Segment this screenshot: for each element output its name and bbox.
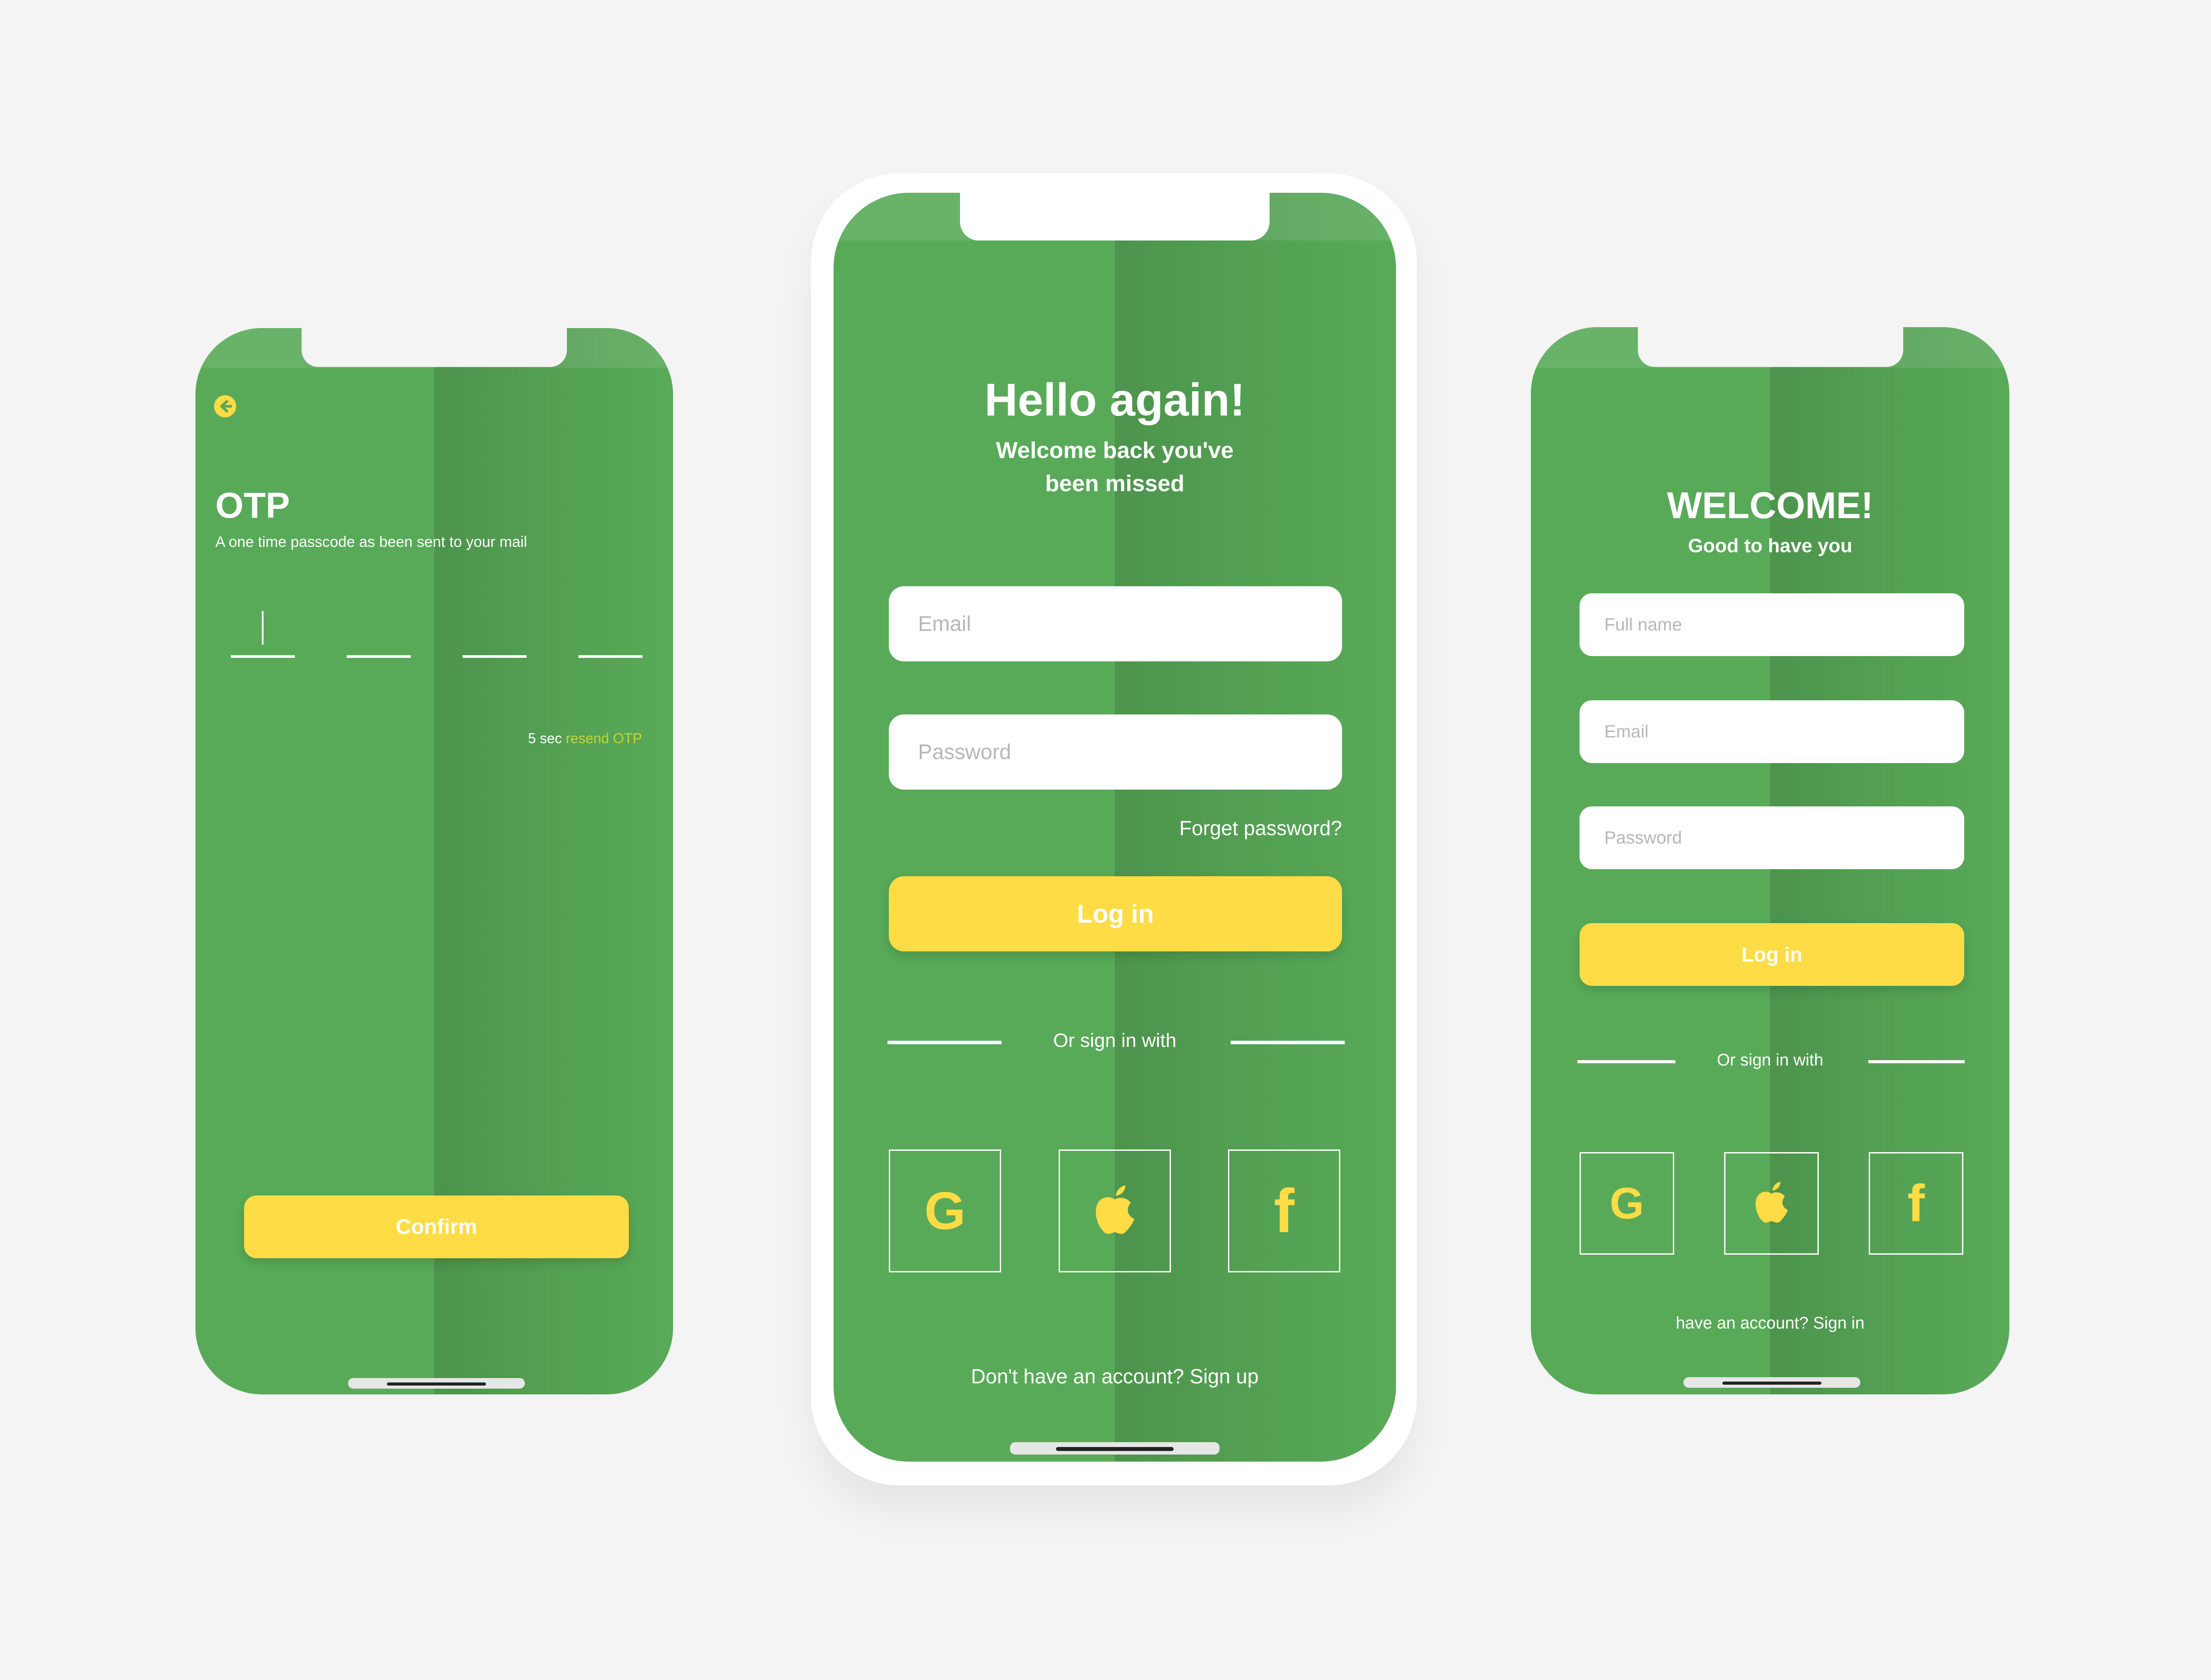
otp-timer-row: 5 sec resend OTP	[528, 730, 642, 747]
login-subtitle-line2: been missed	[1045, 471, 1185, 496]
apple-icon	[1093, 1184, 1137, 1238]
otp-title: OTP	[215, 485, 290, 526]
login-subtitle-line1: Welcome back you've	[996, 438, 1234, 463]
otp-timer: 5 sec	[528, 730, 562, 746]
google-button[interactable]: G	[889, 1149, 1001, 1272]
divider-right	[1868, 1060, 1965, 1063]
home-indicator	[1683, 1377, 1860, 1388]
google-button[interactable]: G	[1580, 1152, 1674, 1255]
facebook-icon: f	[1274, 1176, 1295, 1245]
password-input[interactable]	[889, 714, 1342, 790]
phone-notch	[960, 193, 1270, 241]
otp-cursor	[262, 611, 264, 645]
divider-right	[1231, 1041, 1345, 1044]
signin-prompt[interactable]: have an account? Sign in	[1531, 1314, 2009, 1333]
forgot-password-link[interactable]: Forget password?	[1179, 816, 1342, 840]
apple-button[interactable]	[1724, 1152, 1819, 1255]
apple-icon	[1753, 1181, 1790, 1226]
login-phone: Hello again! Welcome back you've been mi…	[834, 193, 1396, 1462]
login-button[interactable]: Log in	[889, 876, 1342, 951]
facebook-icon: f	[1907, 1174, 1925, 1233]
confirm-button[interactable]: Confirm	[244, 1195, 629, 1258]
signup-phone: WELCOME! Good to have you Log in Or sign…	[1531, 327, 2009, 1394]
otp-digit-4[interactable]	[578, 655, 643, 658]
google-icon: G	[924, 1181, 966, 1241]
phone-notch	[1638, 327, 1903, 367]
home-indicator	[348, 1378, 525, 1389]
signup-prompt[interactable]: Don't have an account? Sign up	[834, 1364, 1396, 1388]
password-input[interactable]	[1580, 806, 1964, 869]
otp-digit-1[interactable]	[231, 655, 295, 658]
login-title: Hello again!	[984, 374, 1245, 426]
facebook-button[interactable]: f	[1228, 1149, 1340, 1272]
signup-subtitle: Good to have you	[1688, 535, 1852, 557]
email-input[interactable]	[889, 586, 1342, 661]
login-button[interactable]: Log in	[1580, 923, 1964, 986]
otp-phone: OTP A one time passcode as been sent to …	[195, 328, 673, 1394]
otp-subtitle: A one time passcode as been sent to your…	[215, 534, 527, 550]
google-icon: G	[1610, 1178, 1644, 1228]
otp-digit-2[interactable]	[347, 655, 411, 658]
resend-otp-link[interactable]: resend OTP	[566, 730, 642, 746]
facebook-button[interactable]: f	[1869, 1152, 1963, 1255]
back-arrow-icon[interactable]	[213, 394, 237, 418]
otp-digit-3[interactable]	[463, 655, 527, 658]
email-input[interactable]	[1580, 700, 1964, 763]
phone-notch	[302, 328, 567, 367]
signup-title: WELCOME!	[1667, 485, 1874, 526]
fullname-input[interactable]	[1580, 593, 1964, 656]
apple-button[interactable]	[1059, 1149, 1171, 1272]
home-indicator	[1010, 1442, 1220, 1455]
